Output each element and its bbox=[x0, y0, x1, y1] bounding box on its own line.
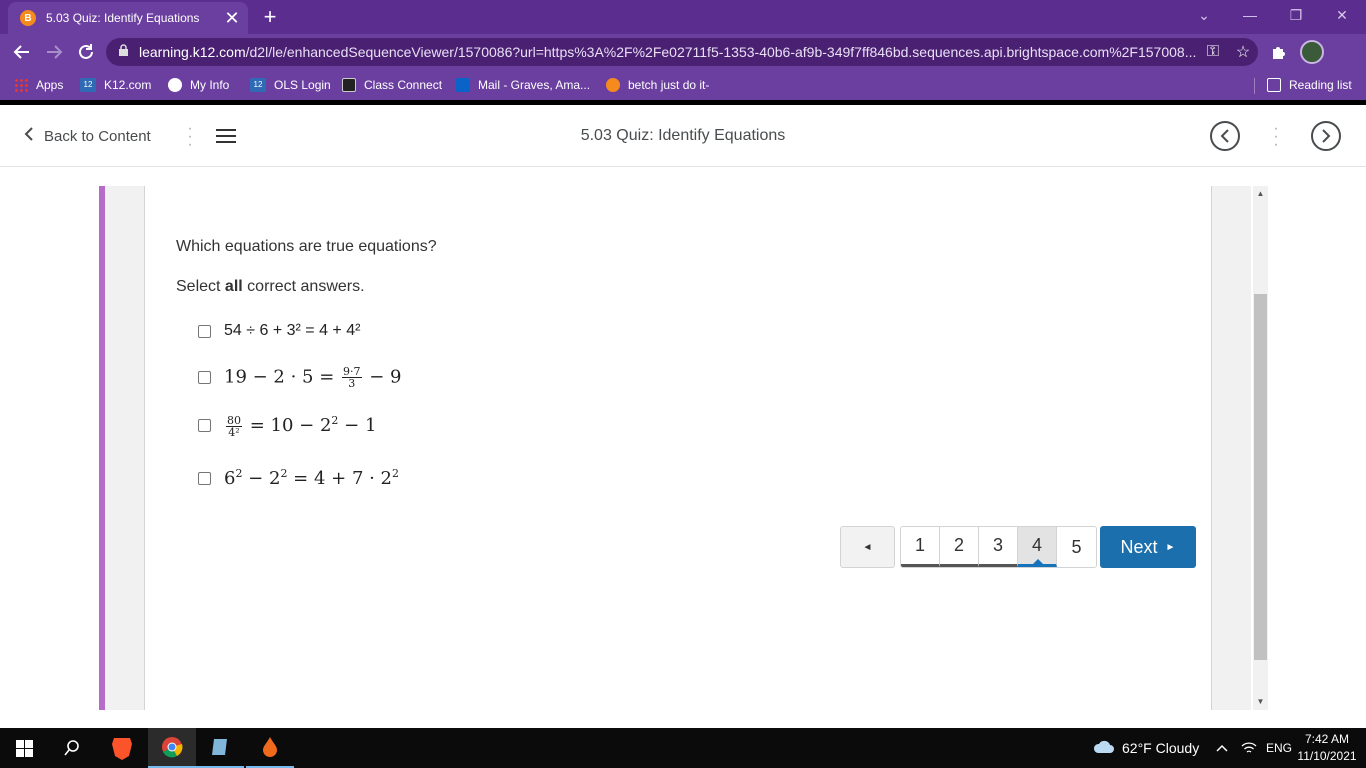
k12-icon: 12 bbox=[250, 78, 266, 92]
url-text: learning.k12.com/d2l/le/enhancedSequence… bbox=[139, 44, 1197, 60]
bookmarks-divider bbox=[1254, 78, 1255, 94]
scrollbar[interactable]: ▲ ▼ bbox=[1253, 186, 1268, 710]
page-2-button[interactable]: 2 bbox=[940, 527, 979, 567]
page-1-button[interactable]: 1 bbox=[901, 527, 940, 567]
quiz-content: ▲ ▼ Which equations are true equations? … bbox=[0, 168, 1366, 728]
close-tab-icon[interactable]: ✕ bbox=[222, 8, 242, 28]
notepad-icon[interactable] bbox=[196, 728, 244, 768]
reading-list-button[interactable]: Reading list bbox=[1267, 76, 1352, 94]
bookmark-betch[interactable]: betch just do it- bbox=[606, 76, 709, 94]
answer-equation: 80 4² = 10 − 22 − 1 bbox=[226, 413, 377, 439]
reading-list-icon bbox=[1267, 78, 1281, 92]
tab-search-icon[interactable]: ⌄ bbox=[1181, 0, 1227, 30]
chrome-icon[interactable] bbox=[148, 728, 196, 768]
windows-start-icon[interactable] bbox=[0, 728, 48, 768]
key-icon[interactable]: ⚿ bbox=[1198, 43, 1228, 61]
play-arrow-icon: ► bbox=[1165, 541, 1176, 553]
answer-checkbox[interactable] bbox=[198, 471, 211, 485]
question-pagination: 1 2 3 4 5 bbox=[900, 526, 1097, 568]
search-icon[interactable] bbox=[48, 728, 96, 768]
bookmarks-bar: Apps 12 K12.com My Info 12 OLS Login Cla… bbox=[0, 70, 1366, 100]
answer-option-2[interactable]: 19 − 2 · 5 = 9·7 3 − 9 bbox=[198, 366, 402, 389]
tab-title: 5.03 Quiz: Identify Equations bbox=[46, 11, 200, 25]
answer-text: 54 ÷ 6 + 3² = 4 + 4² bbox=[224, 322, 361, 339]
page-5-button[interactable]: 5 bbox=[1057, 527, 1096, 567]
scroll-down-arrow-icon[interactable]: ▼ bbox=[1253, 694, 1268, 710]
previous-topic-button[interactable] bbox=[1210, 121, 1240, 151]
bookmark-my-info[interactable]: My Info bbox=[168, 76, 229, 94]
bookmark-mail[interactable]: Mail - Graves, Ama... bbox=[456, 76, 590, 94]
scrollbar-thumb[interactable] bbox=[1254, 294, 1267, 660]
minimize-button[interactable]: — bbox=[1227, 0, 1273, 30]
brave-browser-icon[interactable] bbox=[98, 728, 146, 768]
answer-option-4[interactable]: 62 − 22 = 4 + 7 · 22 bbox=[198, 467, 399, 489]
video-icon bbox=[342, 78, 356, 92]
close-window-button[interactable]: ✕ bbox=[1319, 0, 1365, 30]
outlook-icon bbox=[456, 78, 470, 92]
left-gutter bbox=[105, 186, 145, 710]
wifi-icon[interactable] bbox=[1241, 728, 1257, 768]
scroll-up-arrow-icon[interactable]: ▲ bbox=[1253, 186, 1268, 202]
new-tab-button[interactable]: + bbox=[258, 5, 282, 29]
windows-taskbar: 62°F Cloudy ENG 7:42 AM 11/10/2021 bbox=[0, 728, 1366, 768]
system-clock[interactable]: 7:42 AM 11/10/2021 bbox=[1296, 731, 1358, 765]
apps-icon bbox=[14, 78, 28, 92]
browser-tabstrip: B 5.03 Quiz: Identify Equations ✕ + ⌄ — … bbox=[0, 0, 1366, 34]
star-icon[interactable]: ☆ bbox=[1228, 42, 1258, 62]
chevron-up-icon[interactable] bbox=[1216, 728, 1228, 768]
language-indicator[interactable]: ENG bbox=[1266, 728, 1292, 768]
answer-option-1[interactable]: 54 ÷ 6 + 3² = 4 + 4² bbox=[198, 322, 360, 340]
forward-arrow-icon[interactable] bbox=[42, 40, 66, 64]
restore-button[interactable]: ❐ bbox=[1273, 0, 1319, 30]
browser-toolbar: learning.k12.com/d2l/le/enhancedSequence… bbox=[0, 34, 1366, 70]
d2l-header: Back to Content · · · 5.03 Quiz: Identify … bbox=[0, 105, 1366, 167]
page-title: 5.03 Quiz: Identify Equations bbox=[580, 127, 786, 144]
instruction-text: Select all correct answers. bbox=[176, 278, 365, 295]
reload-icon[interactable] bbox=[74, 40, 98, 64]
extensions-puzzle-icon[interactable] bbox=[1267, 40, 1291, 64]
vertical-dots-icon: · · · bbox=[1273, 120, 1279, 153]
answer-checkbox[interactable] bbox=[198, 419, 211, 433]
bookmark-ols-login[interactable]: 12 OLS Login bbox=[250, 76, 331, 94]
page-3-button[interactable]: 3 bbox=[979, 527, 1018, 567]
bookmark-apps[interactable]: Apps bbox=[14, 76, 63, 94]
answer-equation: 62 − 22 = 4 + 7 · 22 bbox=[224, 467, 400, 489]
next-question-button[interactable]: Next ► bbox=[1100, 526, 1196, 568]
previous-question-button[interactable]: ◄ bbox=[840, 526, 895, 568]
k12-icon: 12 bbox=[80, 78, 96, 92]
bookmark-k12[interactable]: 12 K12.com bbox=[80, 76, 151, 94]
brightspace-icon: B bbox=[20, 10, 36, 26]
browser-tab[interactable]: B 5.03 Quiz: Identify Equations ✕ bbox=[8, 2, 248, 34]
globe-icon bbox=[168, 78, 182, 92]
lock-icon[interactable] bbox=[118, 44, 129, 60]
back-arrow-icon[interactable] bbox=[10, 40, 34, 64]
right-gutter bbox=[1211, 186, 1251, 710]
brave-icon bbox=[606, 78, 620, 92]
profile-avatar[interactable] bbox=[1300, 40, 1324, 64]
address-bar[interactable]: learning.k12.com/d2l/le/enhancedSequence… bbox=[106, 38, 1258, 66]
paint-drop-icon[interactable] bbox=[246, 728, 294, 768]
answer-option-3[interactable]: 80 4² = 10 − 22 − 1 bbox=[198, 414, 376, 438]
page-4-button[interactable]: 4 bbox=[1018, 527, 1057, 567]
answer-checkbox[interactable] bbox=[198, 324, 211, 338]
question-text: Which equations are true equations? bbox=[176, 238, 437, 255]
weather-widget[interactable]: 62°F Cloudy bbox=[1092, 728, 1199, 768]
answer-checkbox[interactable] bbox=[198, 371, 211, 384]
bookmark-class-connect[interactable]: Class Connect bbox=[342, 76, 442, 94]
cloud-icon bbox=[1092, 740, 1114, 757]
next-topic-button[interactable] bbox=[1311, 121, 1341, 151]
answer-equation: 19 − 2 · 5 = 9·7 3 − 9 bbox=[224, 365, 402, 390]
